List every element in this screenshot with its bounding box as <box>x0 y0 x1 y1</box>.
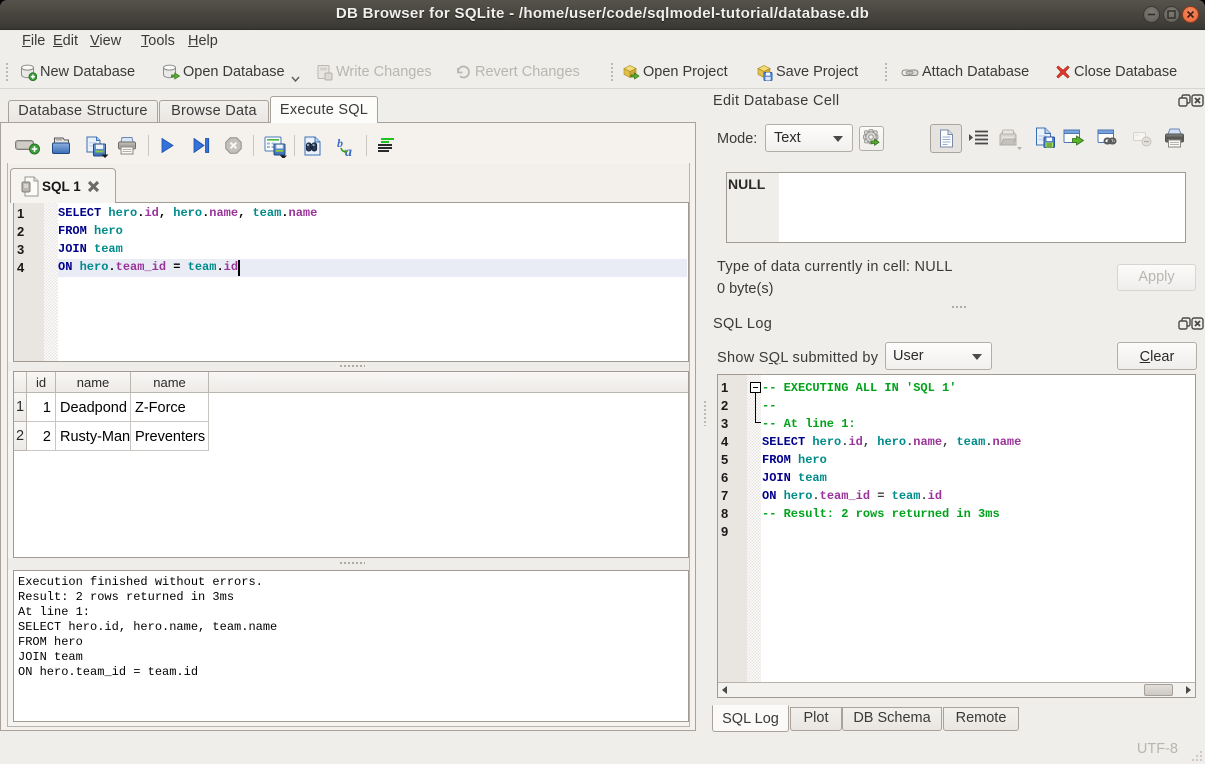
svg-text:b: b <box>337 136 343 150</box>
